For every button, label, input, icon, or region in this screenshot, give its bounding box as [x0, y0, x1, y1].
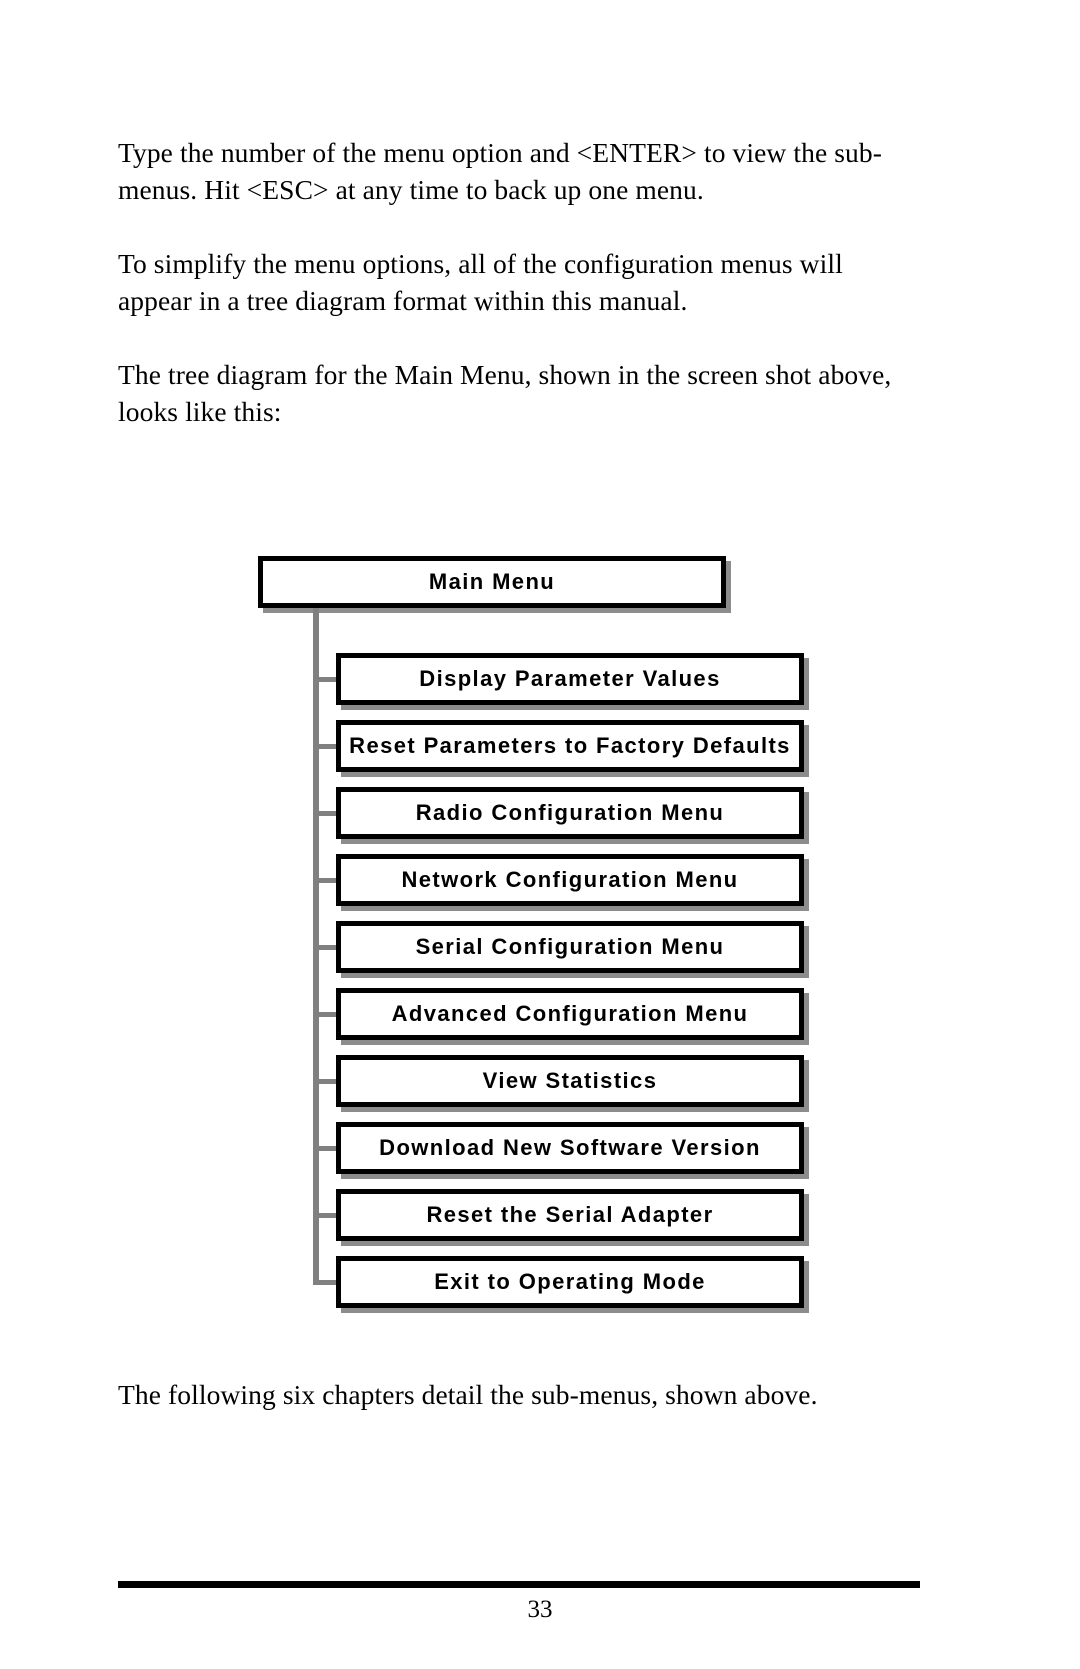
- paragraph-simplify: To simplify the menu options, all of the…: [118, 245, 918, 319]
- tree-node-child[interactable]: Radio Configuration Menu: [336, 787, 804, 839]
- tree-node-label: Display Parameter Values: [419, 666, 721, 691]
- paragraph-following-chapters: The following six chapters detail the su…: [118, 1376, 918, 1413]
- tree-node-label: Radio Configuration Menu: [415, 800, 725, 825]
- tree-node-label: Network Configuration Menu: [401, 867, 739, 892]
- paragraph-text: The following six chapters detail the su…: [118, 1379, 818, 1410]
- paragraph-instructions: Type the number of the menu option and <…: [118, 134, 918, 208]
- tree-node-child[interactable]: Reset the Serial Adapter: [336, 1189, 804, 1241]
- tree-node-child[interactable]: Exit to Operating Mode: [336, 1256, 804, 1308]
- tree-node-label: Advanced Configuration Menu: [391, 1001, 749, 1026]
- page-number: 33: [527, 1596, 553, 1623]
- tree-node-child[interactable]: Advanced Configuration Menu: [336, 988, 804, 1040]
- tree-node-label: Download New Software Version: [379, 1135, 761, 1160]
- tree-node-child[interactable]: Download New Software Version: [336, 1122, 804, 1174]
- tree-node-label: Reset the Serial Adapter: [426, 1202, 714, 1227]
- tree-node-label: View Statistics: [482, 1068, 658, 1093]
- tree-node-child[interactable]: Network Configuration Menu: [336, 854, 804, 906]
- paragraph-tree-intro: The tree diagram for the Main Menu, show…: [118, 356, 918, 430]
- paragraph-text: To simplify the menu options, all of the…: [118, 248, 843, 316]
- tree-node-label: Main Menu: [428, 569, 556, 594]
- tree-node-label: Exit to Operating Mode: [434, 1269, 706, 1294]
- tree-node-label: Serial Configuration Menu: [415, 934, 725, 959]
- tree-connector-spine: [313, 608, 319, 1282]
- tree-node-child[interactable]: Display Parameter Values: [336, 653, 804, 705]
- tree-node-child[interactable]: Serial Configuration Menu: [336, 921, 804, 973]
- paragraph-text: Type the number of the menu option and <…: [118, 137, 882, 205]
- document-page: Type the number of the menu option and <…: [0, 0, 1080, 1669]
- footer-divider: [118, 1581, 920, 1588]
- tree-node-child[interactable]: View Statistics: [336, 1055, 804, 1107]
- paragraph-text: The tree diagram for the Main Menu, show…: [118, 359, 892, 427]
- tree-node-label: Reset Parameters to Factory Defaults: [349, 733, 791, 758]
- tree-node-root-main-menu[interactable]: Main Menu: [258, 556, 726, 608]
- tree-node-child[interactable]: Reset Parameters to Factory Defaults: [336, 720, 804, 772]
